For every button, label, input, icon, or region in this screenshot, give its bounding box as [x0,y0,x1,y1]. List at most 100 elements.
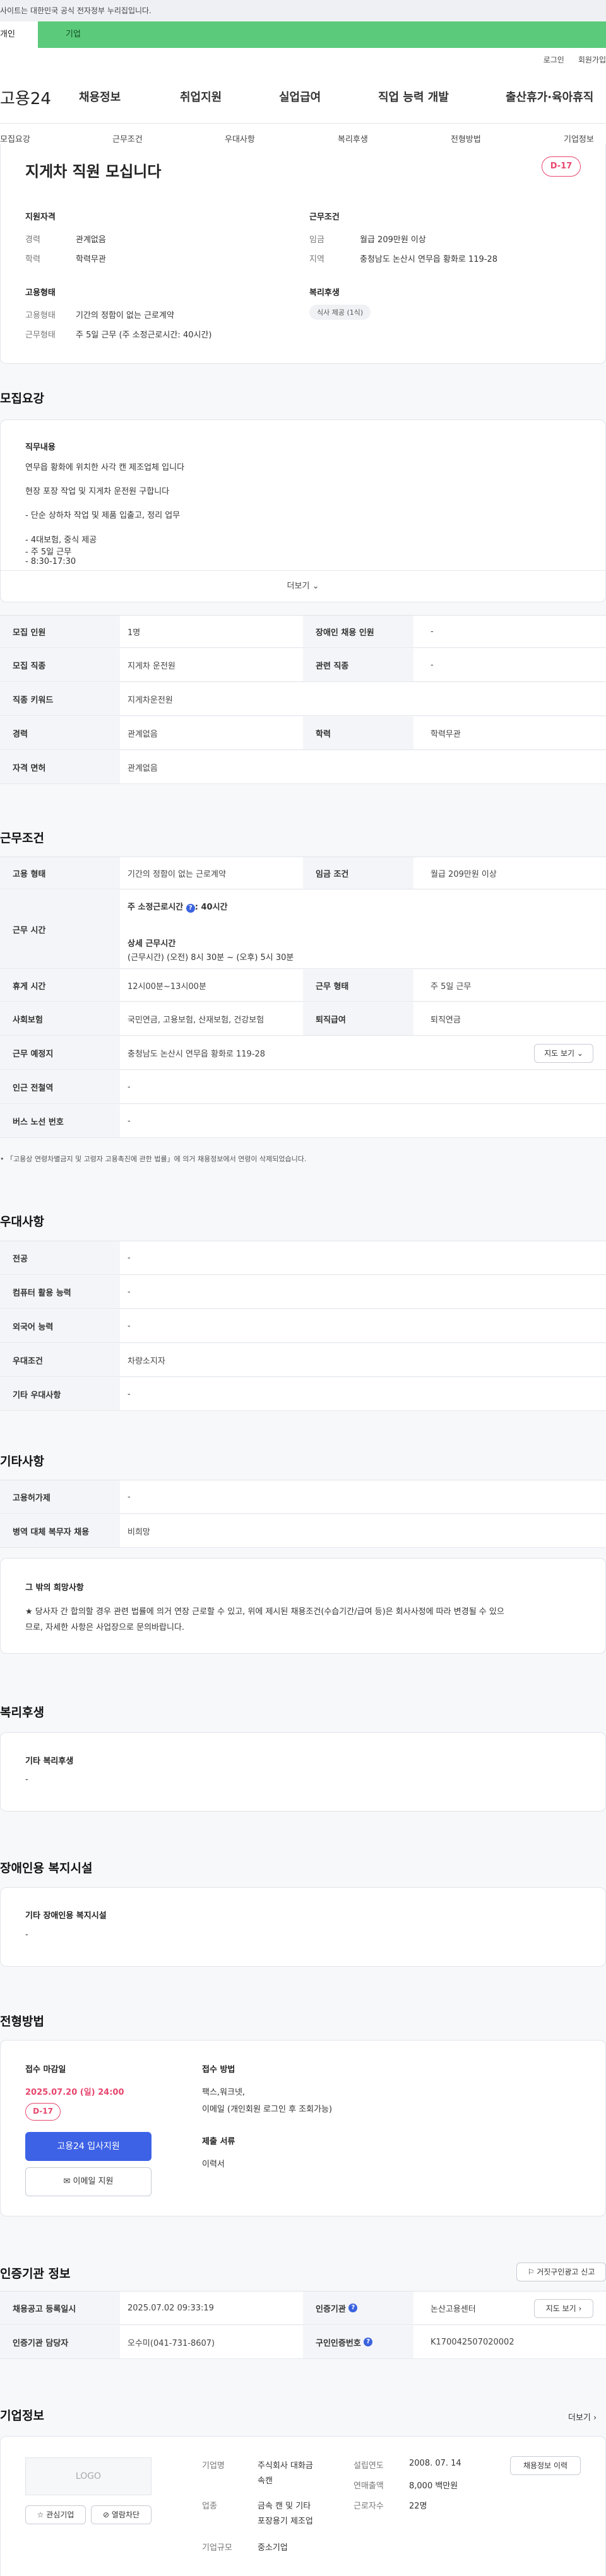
site-logo[interactable]: 고용24 [0,86,51,109]
military-value: 비희망 [128,1527,150,1537]
docs-label: 제출 서류 [202,2137,235,2146]
chevron-right-icon: › [578,2304,582,2313]
gnb-jobs[interactable]: 채용정보 [79,88,121,105]
emp-label: 고용형태 [25,288,56,298]
info-icon[interactable]: ? [364,2338,373,2346]
emptype-header: 고용 형태 [0,857,120,889]
industry-key: 업종 [202,2502,217,2511]
career-header: 경력 [0,717,120,749]
welfare-etc-label: 기타 복리후생 [25,1757,74,1766]
subnav-process[interactable]: 전형방법 [451,132,481,144]
table-row: 컴퓨터 활용 능력 - [0,1275,606,1309]
info-icon[interactable]: ? [348,2304,358,2312]
section-title-facility: 장애인용 복지시설 [0,1861,93,1875]
tab-personal[interactable]: 개인 [0,21,38,48]
table-row: 근무 예정지 충청남도 논산시 연무읍 황화로 119-28 지도 보기 ⌄ [0,1036,606,1070]
gnb-unemployment-benefit[interactable]: 실업급여 [279,88,321,105]
section-title-process: 전형방법 [0,2015,44,2029]
career-value: 관계없음 [76,235,106,245]
location-header: 근무 예정지 [0,1036,120,1069]
welfare-chip: 식사 제공 (1식) [309,305,371,320]
mgr-header: 인증기관 담당자 [0,2326,120,2358]
count-value: 1명 [128,628,141,638]
more-button[interactable]: 더보기 ⌄ [0,570,606,602]
subnav-welfare[interactable]: 복리후생 [338,132,368,144]
welfare-card [0,1732,606,1812]
table-row: 경력 관계없음 학력 학력무관 [0,717,606,750]
table-row: 버스 노선 번호 - [0,1104,606,1138]
break-header: 휴게 시간 [0,969,120,1001]
employees-key: 근로자수 [354,2502,384,2511]
table-row: 외국어 능력 - [0,1309,606,1343]
hiring-history-button[interactable]: 채용정보 이력 [510,2456,581,2475]
mail-icon: ✉ [63,2177,71,2186]
block-view-button[interactable]: ⊘ 열람차단 [91,2505,152,2524]
subnav-company[interactable]: 기업정보 [564,132,594,144]
map-button[interactable]: 지도 보기 ⌄ [534,1044,593,1063]
report-fake-ad-label: 거짓구인광고 신고 [537,2268,595,2276]
license-value: 관계없음 [128,763,158,773]
docs-value: 이력서 [202,2160,225,2169]
job-title: 지게차 직원 모십니다 [25,163,162,180]
retire-value: 퇴직연금 [431,1015,461,1025]
cert-map-button[interactable]: 지도 보기 › [534,2299,593,2318]
wage-value: 월급 209만원 이상 [360,235,426,245]
insurance-value: 국민연금, 고용보험, 산재보험, 건강보험 [128,1015,264,1025]
apply-button[interactable]: 고용24 입사지원 [25,2132,152,2161]
subnav-conditions[interactable]: 근무조건 [112,132,143,144]
info-icon[interactable]: ? [186,904,195,913]
career-cell: 관계없음 [128,729,158,739]
job-value: 지게차 운전원 [128,661,175,671]
user-type-tabs: 개인 기업 [0,21,606,48]
bus-value: - [128,1116,131,1126]
org-header-label: 인증기관 [316,2304,346,2314]
recruit-table: 모집 인원 1명 장애인 채용 인원 - 모집 직종 지게차 운전원 관련 직종… [0,615,606,785]
gnb-employment-support[interactable]: 취업지원 [180,88,222,105]
size-value: 중소기업 [258,2543,288,2553]
table-row: 우대조건 차량소지자 [0,1344,606,1377]
pref-etc-value: - [128,1389,131,1399]
site-header: 로그인 회원가입 고용24 채용정보 취업지원 실업급여 직업 능력 개발 출산휴… [0,48,606,124]
login-link[interactable]: 로그인 [544,56,564,64]
deadline-label: 접수 마감일 [25,2065,66,2075]
email-apply-button[interactable]: ✉ 이메일 지원 [25,2167,152,2196]
tab-business[interactable]: 기업 [38,21,606,48]
company-more-label: 더보기 [568,2413,591,2423]
edu-value: 학력무관 [76,255,106,264]
block-icon: ⊘ [102,2510,110,2519]
method-line-2: 이메일 (개인회원 로그인 후 조회가능) [202,2105,333,2114]
gov-notice-bar: 사이트는 대한민국 공식 전자정부 누리집입니다. [0,0,606,21]
keyword-value: 지게차운전원 [128,695,173,705]
section-title-etc: 기타사항 [0,1455,44,1468]
block-view-label: 열람차단 [111,2510,140,2519]
report-fake-ad-button[interactable]: ⚐ 거짓구인광고 신고 [516,2263,606,2281]
lang-header: 외국어 능력 [0,1309,120,1342]
certno-value: K170042507020002 [431,2337,514,2347]
table-row: 사회보험 국민연금, 고용보험, 산재보험, 건강보험 퇴직급여 퇴직연금 [0,1002,606,1036]
emptype-cell: 기간의 정함이 없는 근로계약 [128,869,226,879]
disab-header: 장애인 채용 인원 [303,616,413,647]
founded-value: 2008. 07. 14 [409,2459,461,2468]
sales-value: 8,000 백만원 [409,2481,458,2491]
disab-value: - [431,626,434,636]
company-name-line-2: 속캔 [258,2476,273,2486]
gnb-skill-development[interactable]: 직업 능력 개발 [378,88,449,105]
favorite-company-label: 관심기업 [46,2510,74,2519]
table-row: 기타 우대사항 - [0,1378,606,1411]
gov-notice-text: 사이트는 대한민국 공식 전자정부 누리집입니다. [0,6,152,15]
pref-cond-header: 우대조건 [0,1344,120,1376]
subnav-preferences[interactable]: 우대사항 [225,132,255,144]
count-header: 모집 인원 [0,616,120,647]
subnav-recruit[interactable]: 모집요강 [0,132,30,144]
favorite-company-button[interactable]: ☆ 관심기업 [25,2505,86,2524]
hours-weekly: 주 소정근로시간 ?: 40시간 [128,900,228,913]
flag-icon: ⚐ [527,2268,535,2276]
company-more-link[interactable]: 더보기 › [568,2411,597,2423]
edu-header: 학력 [303,717,413,749]
career-key: 경력 [25,235,40,245]
hours-header: 근무 시간 [0,890,120,968]
gnb-parental-leave[interactable]: 출산휴가·육아휴직 [506,88,593,105]
rel-header: 관련 직종 [303,648,413,681]
join-link[interactable]: 회원가입 [578,56,606,64]
email-apply-label: 이메일 지원 [73,2177,114,2186]
